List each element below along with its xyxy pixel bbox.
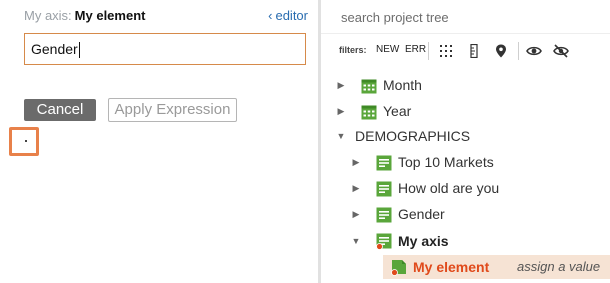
toolbar-separator xyxy=(518,42,519,60)
expand-arrow-icon[interactable]: ▶ xyxy=(336,73,346,97)
tree-item-label: My element xyxy=(413,259,490,275)
pin-icon[interactable] xyxy=(491,41,511,61)
expand-arrow-icon[interactable]: ▶ xyxy=(336,99,346,123)
apply-expression-button[interactable]: Apply Expression xyxy=(108,98,237,122)
tree-item-how-old-are-you[interactable]: ▶ How old are you xyxy=(321,176,610,200)
text-caret xyxy=(78,42,80,59)
axis-label: My axis: xyxy=(24,8,72,23)
tree-item-my-axis[interactable]: ▼ My axis xyxy=(321,229,610,253)
tree-item-label: My axis xyxy=(398,233,449,249)
tree-item-gender[interactable]: ▶ Gender xyxy=(321,202,610,226)
chevron-left-icon: ‹ xyxy=(268,8,273,23)
tree-item-label: How old are you xyxy=(398,180,500,196)
filter-toolbar: filters: NEW ERR xyxy=(321,38,610,64)
element-name: My element xyxy=(74,8,146,23)
element-error-icon xyxy=(391,259,407,276)
tree-item-label: Year xyxy=(383,103,412,119)
tree-search-input[interactable]: search project tree xyxy=(321,0,610,34)
tree-item-demographics[interactable]: ▼ DEMOGRAPHICS xyxy=(321,124,610,148)
expand-arrow-icon[interactable]: ▶ xyxy=(351,176,361,200)
editor-link-label: editor xyxy=(275,8,308,23)
collapse-arrow-icon[interactable]: ▼ xyxy=(351,229,361,253)
expression-input[interactable]: Gender xyxy=(24,33,306,65)
expand-arrow-icon[interactable]: ▶ xyxy=(351,150,361,174)
tree-item-month[interactable]: ▶ Month xyxy=(321,73,610,97)
calendar-icon xyxy=(361,103,377,120)
editor-link[interactable]: ‹ editor xyxy=(268,8,308,23)
expand-arrow-icon[interactable]: ▶ xyxy=(351,202,361,226)
variable-icon xyxy=(376,154,392,171)
tree-search-placeholder: search project tree xyxy=(341,10,449,25)
filter-new-button[interactable]: NEW xyxy=(376,44,399,55)
variable-error-icon xyxy=(376,233,392,250)
filters-label: filters: xyxy=(339,45,367,55)
highlight-box: . xyxy=(9,127,39,156)
tree-item-label: Month xyxy=(383,77,422,93)
toolbar-separator xyxy=(428,42,429,60)
tree-item-label: Top 10 Markets xyxy=(398,154,494,170)
element-editor-panel: My axis: My element ‹ editor Gender Cancel… xyxy=(0,0,318,283)
dot-marker xyxy=(25,140,27,142)
collapse-arrow-icon[interactable]: ▼ xyxy=(336,124,346,148)
tree-item-label: Gender xyxy=(398,206,445,222)
eye-off-icon[interactable] xyxy=(551,41,571,61)
tree-item-year[interactable]: ▶ Year xyxy=(321,99,610,123)
editor-title-row: My axis: My element ‹ editor xyxy=(24,8,310,26)
tree-item-top-10-markets[interactable]: ▶ Top 10 Markets xyxy=(321,150,610,174)
tree-item-my-element[interactable]: My element assign a value xyxy=(383,255,610,279)
expression-value: Gender xyxy=(31,41,78,57)
ruler-icon[interactable] xyxy=(464,41,484,61)
filter-err-button[interactable]: ERR xyxy=(405,44,426,55)
cancel-button[interactable]: Cancel xyxy=(24,99,96,121)
grid-icon[interactable] xyxy=(436,41,456,61)
project-tree-panel: search project tree filters: NEW ERR ▶ M… xyxy=(321,0,610,283)
assign-value-hint: assign a value xyxy=(517,259,601,274)
variable-icon xyxy=(376,206,392,223)
tree-item-label: DEMOGRAPHICS xyxy=(355,128,471,144)
eye-icon[interactable] xyxy=(524,41,544,61)
calendar-icon xyxy=(361,77,377,94)
variable-icon xyxy=(376,180,392,197)
